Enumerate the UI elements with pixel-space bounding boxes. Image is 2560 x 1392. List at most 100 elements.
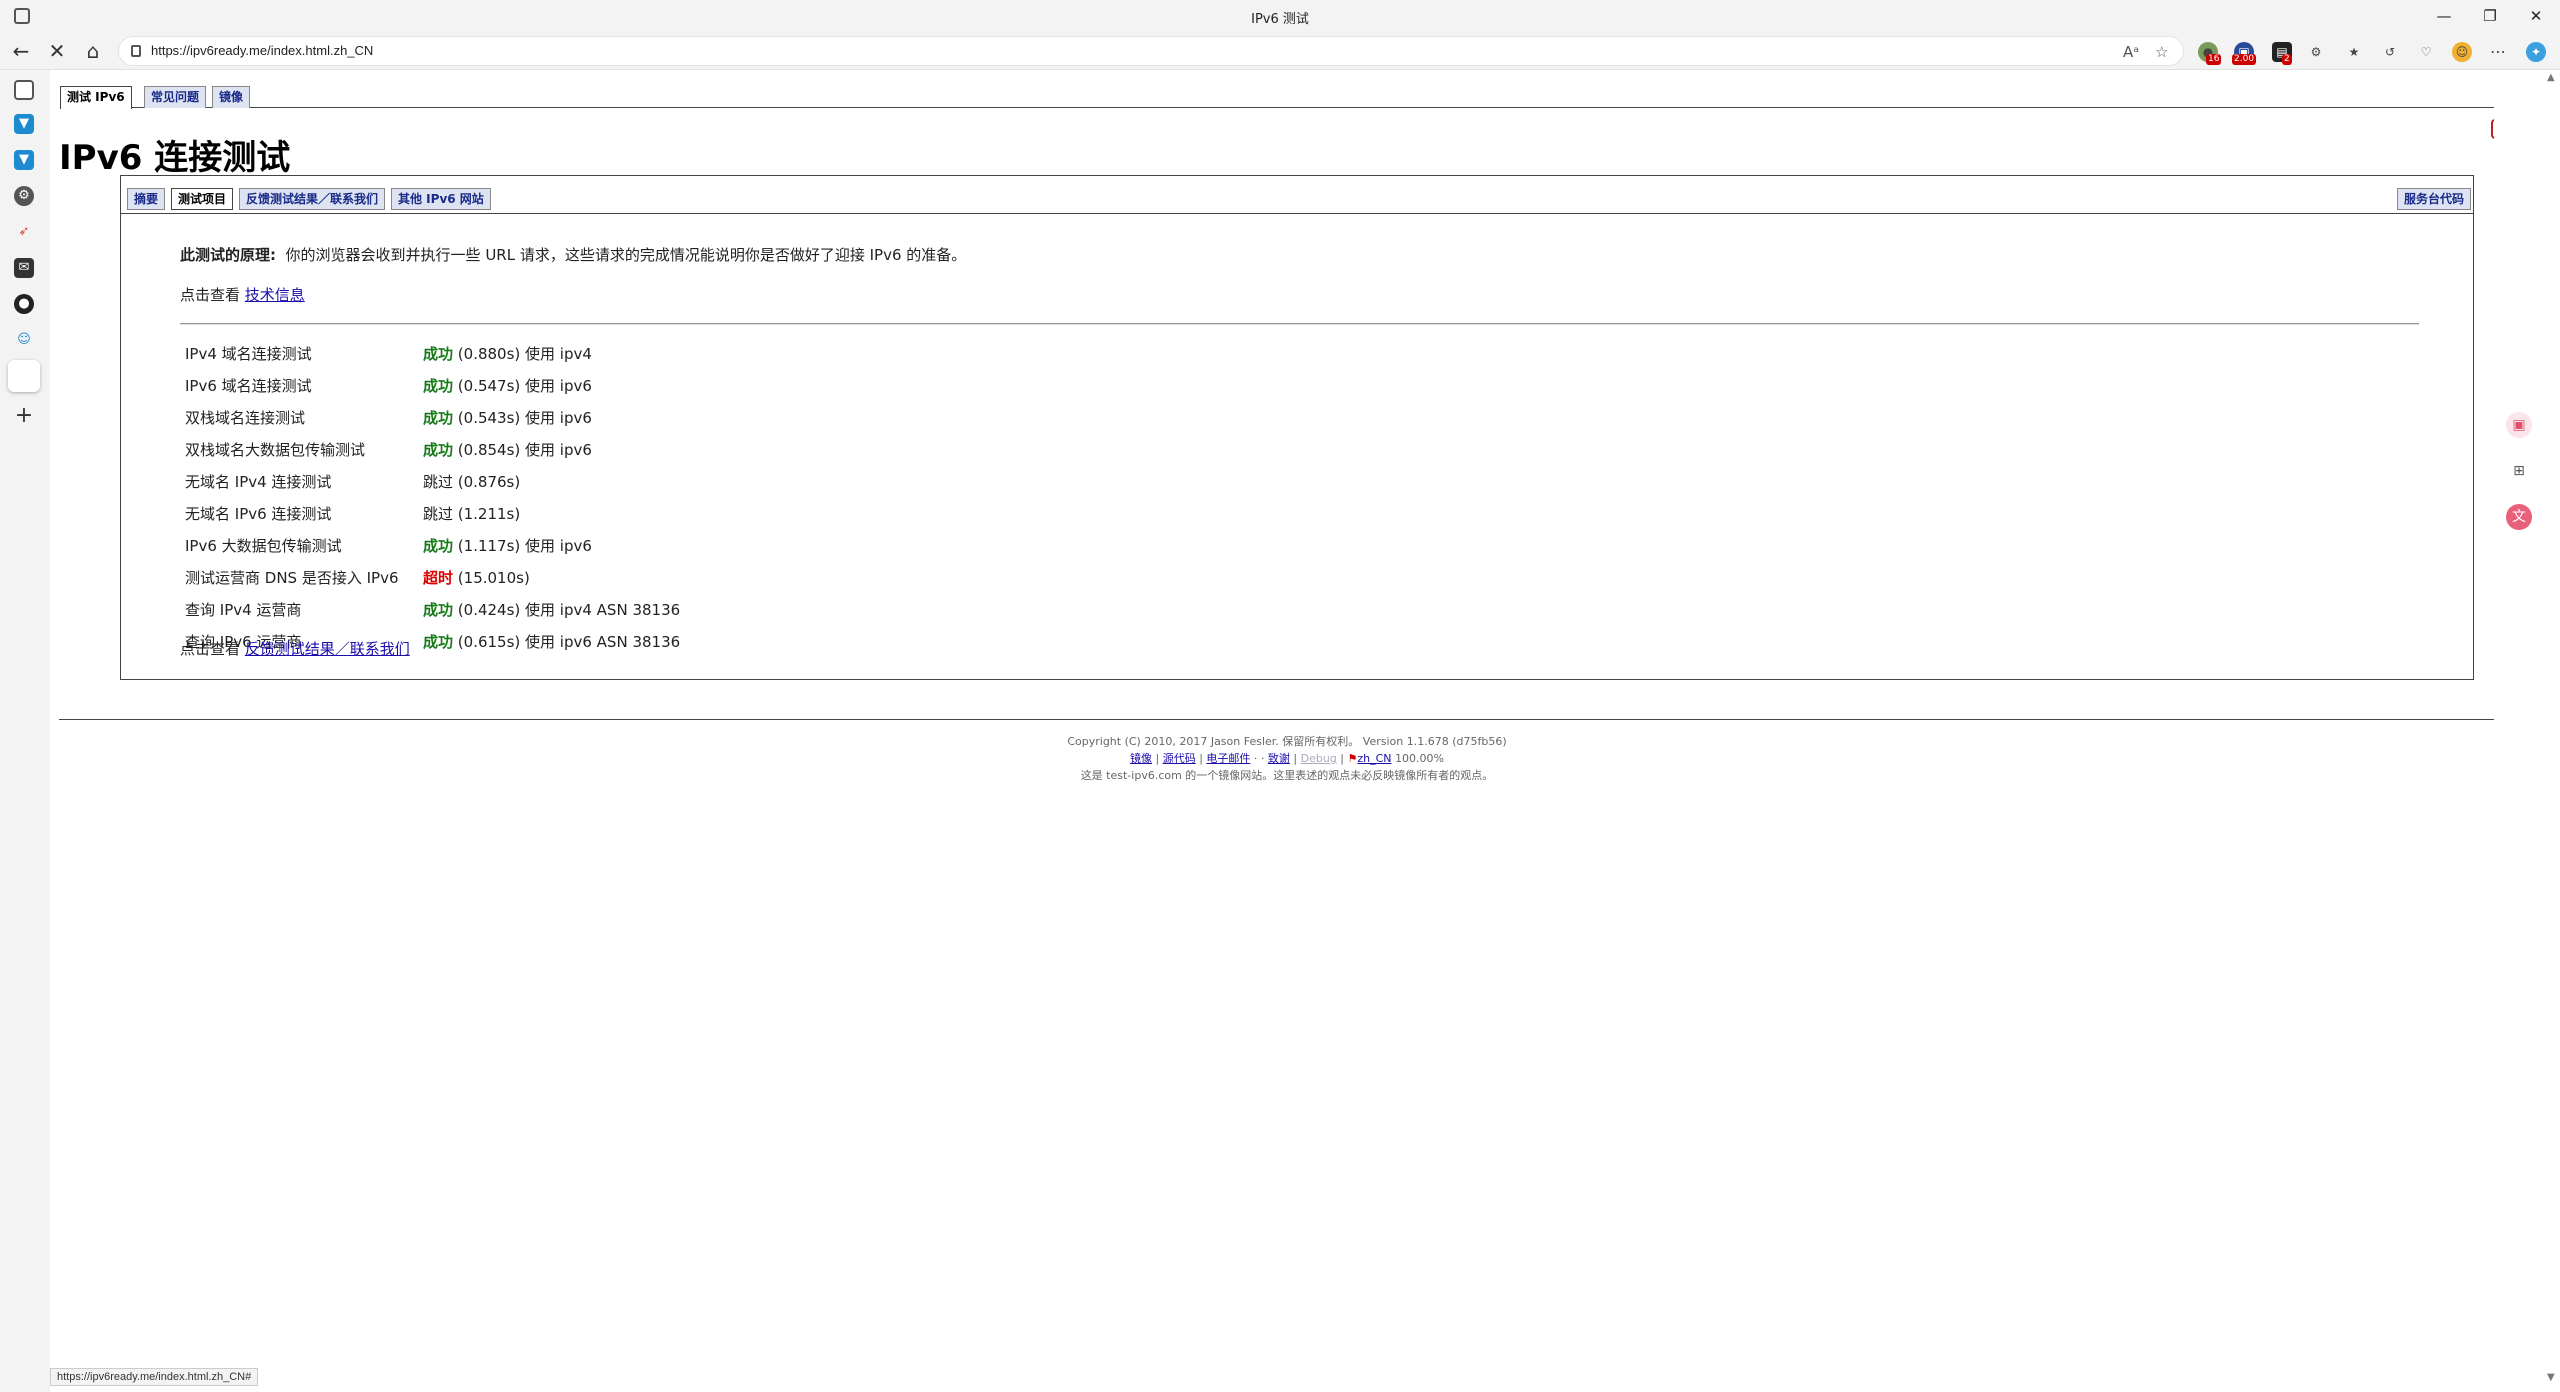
- test-name: IPv4 域名连接测试: [185, 345, 312, 363]
- favorite-star-icon[interactable]: ☆: [2155, 43, 2168, 61]
- copilot-icon[interactable]: ✦: [2526, 42, 2546, 62]
- read-aloud-icon[interactable]: Aᵃ: [2123, 43, 2139, 61]
- close-button[interactable]: ✕: [2516, 4, 2556, 28]
- thanks-link[interactable]: 致谢: [1268, 752, 1290, 765]
- apps-icon[interactable]: ⊞: [2506, 458, 2532, 484]
- footer-links: 镜像 | 源代码 | 电子邮件 · · 致谢 | Debug | ⚑zh_CN …: [1130, 752, 1444, 765]
- top-tab-bar: 测试 IPv6 常见问题 镜像: [60, 86, 2534, 109]
- extension-badge: 2: [2282, 54, 2292, 65]
- tab-feedback[interactable]: 反馈测试结果／联系我们: [239, 188, 386, 210]
- principle-label: 此测试的原理:: [180, 246, 276, 264]
- click-view-text: 点击查看: [180, 640, 241, 658]
- tab-mirrors[interactable]: 镜像: [212, 86, 251, 108]
- test-name: IPv6 大数据包传输测试: [185, 537, 342, 555]
- source-link[interactable]: 源代码: [1163, 752, 1196, 765]
- title-bar: IPv6 测试 — ❐ ✕: [0, 0, 2560, 32]
- favorites-icon[interactable]: ★: [2344, 42, 2364, 62]
- stop-loading-icon[interactable]: ✕: [44, 39, 70, 65]
- test-name: 查询 IPv4 运营商: [185, 601, 302, 619]
- page-title: IPv6 连接测试: [59, 138, 291, 178]
- tab-summary[interactable]: 摘要: [127, 188, 166, 210]
- result-detail: (0.854s) 使用 ipv6: [457, 441, 592, 459]
- result-detail: (1.117s) 使用 ipv6: [457, 537, 592, 555]
- debug-link[interactable]: Debug: [1301, 752, 1337, 765]
- web-page: 测试 IPv6 常见问题 镜像 统计 A 文 IPv6 连接测试 摘要 测试项目…: [50, 70, 2534, 1392]
- history-icon[interactable]: ↺: [2380, 42, 2400, 62]
- minimize-button[interactable]: —: [2424, 4, 2464, 28]
- test-panel: 摘要 测试项目 反馈测试结果／联系我们 其他 IPv6 网站 服务台代码 此测试…: [120, 175, 2474, 680]
- result-detail: 跳过 (0.876s): [423, 473, 521, 491]
- tab-favicon-icon[interactable]: ●: [14, 294, 34, 314]
- sub-tab-bar: 摘要 测试项目 反馈测试结果／联系我们 其他 IPv6 网站 服务台代码: [121, 176, 2473, 214]
- more-menu-icon[interactable]: ⋯: [2488, 42, 2508, 62]
- restore-button[interactable]: ❐: [2470, 4, 2510, 28]
- tab-actions-icon[interactable]: [14, 80, 34, 100]
- status-label: 成功: [423, 409, 454, 427]
- tab-helpdesk-code[interactable]: 服务台代码: [2397, 188, 2472, 210]
- test-result: 成功 (1.117s) 使用 ipv6: [423, 530, 592, 562]
- feedback-link[interactable]: 反馈测试结果／联系我们: [245, 640, 410, 658]
- flag-icon: ⚑: [1347, 752, 1358, 765]
- test-name: IPv6 域名连接测试: [185, 377, 312, 395]
- translate-extension-icon[interactable]: 文: [2506, 504, 2532, 530]
- result-detail: (0.424s) 使用 ipv4 ASN 38136: [457, 601, 681, 619]
- tab-other-ipv6-sites[interactable]: 其他 IPv6 网站: [391, 188, 491, 210]
- test-name: 无域名 IPv6 连接测试: [185, 505, 332, 523]
- result-detail: 跳过 (1.211s): [423, 505, 521, 523]
- test-name: 双栈域名连接测试: [185, 409, 306, 427]
- mirror-link[interactable]: 镜像: [1130, 752, 1152, 765]
- url-text[interactable]: https://ipv6ready.me/index.html.zh_CN: [151, 43, 373, 58]
- scroll-down-icon[interactable]: ▼: [2547, 1372, 2555, 1383]
- divider: [180, 323, 2419, 325]
- vertical-tabs-sidebar: ▼ ▼ ⚙ ➶ ✉ ● ☺ +: [0, 70, 50, 1392]
- footer: Copyright (C) 2010, 2017 Jason Fesler. 保…: [50, 733, 2524, 784]
- scroll-up-icon[interactable]: ▲: [2547, 72, 2555, 83]
- test-result: 跳过 (1.211s): [423, 498, 520, 530]
- email-link[interactable]: 电子邮件: [1206, 752, 1250, 765]
- tab-favicon-icon[interactable]: ☺: [14, 330, 34, 350]
- tab-favicon-icon[interactable]: ▼: [14, 114, 34, 134]
- click-view-text: 点击查看: [180, 286, 241, 304]
- status-label: 超时: [423, 569, 454, 587]
- result-detail: (0.615s) 使用 ipv6 ASN 38136: [457, 633, 681, 651]
- test-result: 成功 (0.547s) 使用 ipv6: [423, 370, 592, 402]
- profile-avatar-icon[interactable]: ☺: [2452, 42, 2472, 62]
- tech-info-link[interactable]: 技术信息: [245, 286, 305, 304]
- lock-icon[interactable]: [131, 45, 141, 57]
- result-detail: (15.010s): [457, 569, 530, 587]
- tab-faq[interactable]: 常见问题: [144, 86, 207, 108]
- result-detail: (0.880s) 使用 ipv4: [457, 345, 592, 363]
- principle-text: 你的浏览器会收到并执行一些 URL 请求，这些请求的完成情况能说明你是否做好了迎…: [285, 246, 967, 264]
- active-tab-icon[interactable]: [8, 360, 40, 392]
- tab-test-ipv6[interactable]: 测试 IPv6: [60, 86, 132, 109]
- status-label: 成功: [423, 345, 454, 363]
- tab-favicon-icon[interactable]: ⚙: [14, 186, 34, 206]
- test-result: 成功 (0.615s) 使用 ipv6 ASN 38136: [423, 626, 680, 658]
- result-detail: (0.547s) 使用 ipv6: [457, 377, 592, 395]
- test-result: 成功 (0.424s) 使用 ipv4 ASN 38136: [423, 594, 680, 626]
- test-name: 测试运营商 DNS 是否接入 IPv6: [185, 569, 399, 587]
- status-label: 成功: [423, 601, 454, 619]
- test-name: 无域名 IPv4 连接测试: [185, 473, 332, 491]
- test-name: 双栈域名大数据包传输测试: [185, 441, 366, 459]
- back-icon[interactable]: ←: [8, 39, 34, 65]
- home-icon[interactable]: ⌂: [80, 39, 106, 65]
- scrollbar[interactable]: ▲ ▼: [2544, 70, 2560, 1392]
- tab-favicon-icon[interactable]: ➶: [14, 222, 34, 242]
- new-tab-icon[interactable]: +: [14, 405, 34, 427]
- locale-percent: 100.00%: [1395, 752, 1444, 765]
- tab-favicon-icon[interactable]: ✉: [14, 258, 34, 278]
- extension-badge: 2.00: [2232, 54, 2257, 65]
- browser-toolbar: ← ✕ ⌂ https://ipv6ready.me/index.html.zh…: [0, 32, 2560, 70]
- browser-essentials-icon[interactable]: ♡: [2416, 42, 2436, 62]
- test-result: 成功 (0.854s) 使用 ipv6: [423, 434, 592, 466]
- extensions-puzzle-icon[interactable]: ⚙: [2306, 42, 2326, 62]
- tab-favicon-icon[interactable]: ▼: [14, 150, 34, 170]
- divider: [59, 719, 2533, 720]
- window-title: IPv6 测试: [1251, 12, 1309, 27]
- gift-icon[interactable]: ▣: [2506, 412, 2532, 438]
- feedback-line: 点击查看 反馈测试结果／联系我们: [180, 638, 410, 659]
- tab-tests-run[interactable]: 测试项目: [171, 188, 234, 210]
- address-bar[interactable]: https://ipv6ready.me/index.html.zh_CN Aᵃ…: [118, 36, 2184, 66]
- locale-link[interactable]: zh_CN: [1357, 752, 1391, 765]
